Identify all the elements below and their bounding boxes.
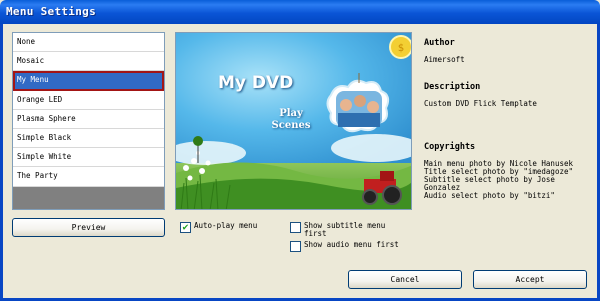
copyrights-text: Main menu photo by Nicole Hanusek Title … [424,160,590,200]
cancel-button[interactable]: Cancel [348,270,462,289]
description-heading: Description [424,82,481,92]
accept-button[interactable]: Accept [473,270,587,289]
list-item-none[interactable]: None [13,33,164,53]
author-value: Aimersoft [424,55,465,64]
list-item-plasma-sphere[interactable]: Plasma Sphere [13,109,164,129]
list-item-my-menu[interactable]: My Menu [13,71,164,91]
copyright-line: Audio select photo by "bitzi" [424,191,555,200]
audio-first-option[interactable]: Show audio menu first [290,241,399,252]
description-value: Custom DVD Flick Template [424,99,537,108]
subtitle-first-label-line2: first [304,229,327,238]
list-item-simple-black[interactable]: Simple Black [13,128,164,149]
audio-first-label[interactable]: Show audio menu first [304,241,399,249]
author-heading: Author [424,38,455,48]
list-item-simple-white[interactable]: Simple White [13,148,164,168]
autoplay-label[interactable]: Auto-play menu [194,222,257,230]
list-item-the-party[interactable]: The Party [13,167,164,187]
copyrights-section: Copyrights Main menu photo by Nicole Han… [424,142,590,200]
title-bar[interactable]: Menu Settings [0,0,600,24]
copyrights-heading: Copyrights [424,142,476,152]
autoplay-checkbox[interactable]: ✔ [180,222,191,233]
preview-menu-labels: Play Scenes [266,108,316,132]
preview-scenes-label: Scenes [271,120,311,131]
audio-first-checkbox[interactable] [290,241,301,252]
preview-button[interactable]: Preview [12,218,165,237]
preview-dvd-title: My DVD [218,73,294,93]
window-border-left [0,24,3,301]
autoplay-option[interactable]: ✔ Auto-play menu [180,222,257,233]
window-title: Menu Settings [6,5,96,18]
description-section: Description Custom DVD Flick Template [424,82,590,108]
subtitle-first-checkbox[interactable] [290,222,301,233]
subtitle-first-option[interactable]: Show subtitle menu first [290,222,385,238]
svg-text:$: $ [398,43,404,54]
subtitle-first-label[interactable]: Show subtitle menu first [304,222,385,238]
menu-template-list[interactable]: None Mosaic My Menu Orange LED Plasma Sp… [12,32,165,210]
menu-preview-image: $ My DVD Play Scenes [175,32,412,210]
list-item-orange-led[interactable]: Orange LED [13,90,164,110]
preview-play-label: Play [279,108,303,119]
author-section: Author Aimersoft [424,38,590,64]
list-item-mosaic[interactable]: Mosaic [13,52,164,72]
